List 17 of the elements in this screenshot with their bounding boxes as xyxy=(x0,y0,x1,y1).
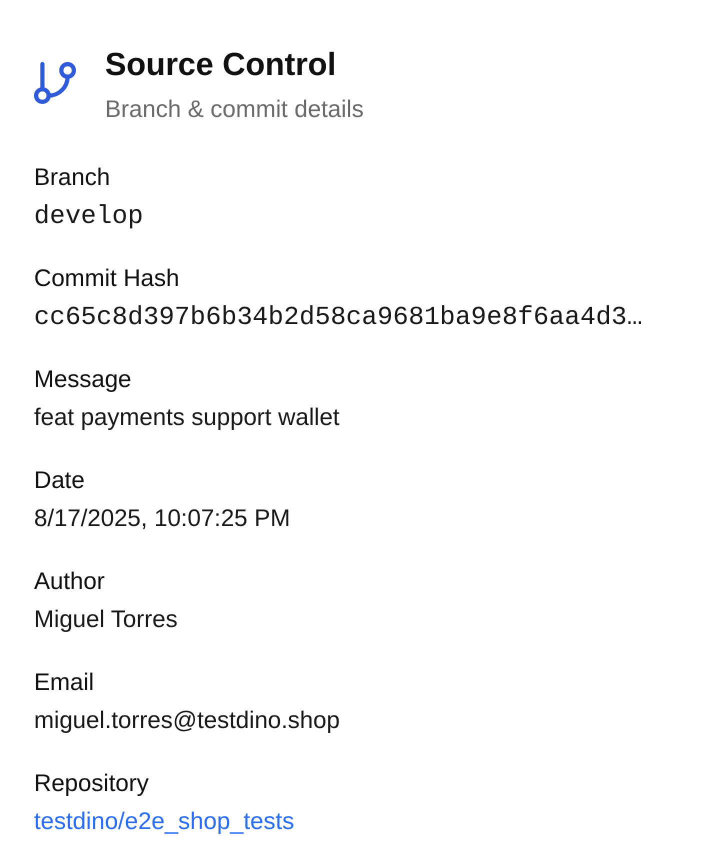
repository-link[interactable]: testdino/e2e_shop_tests xyxy=(34,804,294,840)
field-label: Repository xyxy=(34,769,149,799)
field-value: develop xyxy=(34,200,144,233)
field-label: Branch xyxy=(34,163,110,193)
field-label: Email xyxy=(34,668,94,698)
panel-title: Source Control xyxy=(105,45,336,84)
field-label: Author xyxy=(34,567,105,597)
field-value: Miguel Torres xyxy=(34,605,178,635)
field-value: cc65c8d397b6b34b2d58ca9681ba9e8f6aa4d3… xyxy=(34,301,642,334)
panel-subtitle: Branch & commit details xyxy=(105,95,364,125)
field-value: miguel.torres@testdino.shop xyxy=(34,706,340,736)
branch-icon xyxy=(34,62,76,104)
field-value: feat payments support wallet xyxy=(34,403,340,433)
field-value: 8/17/2025, 10:07:25 PM xyxy=(34,504,290,534)
field-label: Message xyxy=(34,365,132,395)
field-label: Commit Hash xyxy=(34,264,180,294)
field-label: Date xyxy=(34,466,85,496)
